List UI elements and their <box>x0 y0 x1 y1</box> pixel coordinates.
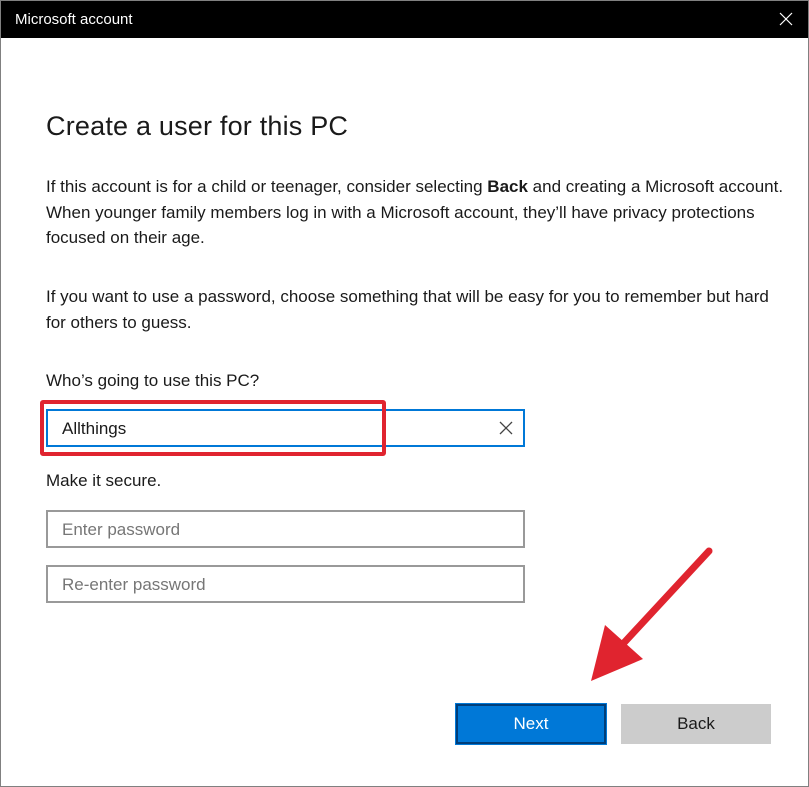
password-advice: If you want to use a password, choose so… <box>46 287 769 332</box>
close-icon <box>779 12 793 26</box>
reenter-password-input[interactable]: Re-enter password <box>46 565 525 603</box>
secure-label: Make it secure. <box>46 471 162 490</box>
close-button[interactable] <box>770 4 802 34</box>
username-value: Allthings <box>62 419 127 438</box>
back-button[interactable]: Back <box>621 704 771 744</box>
title-bar: Microsoft account <box>1 1 808 38</box>
info-text-back-emphasis: Back <box>487 177 528 196</box>
username-input[interactable]: Allthings <box>46 409 525 447</box>
username-label: Who’s going to use this PC? <box>46 371 260 390</box>
red-arrow-annotation <box>591 547 713 681</box>
clear-x-icon[interactable] <box>497 419 515 437</box>
window-title: Microsoft account <box>15 11 133 28</box>
password-placeholder: Enter password <box>62 520 181 539</box>
info-text-start: If this account is for a child or teenag… <box>46 177 488 196</box>
next-button[interactable]: Next <box>455 703 607 745</box>
child-account-info: If this account is for a child or teenag… <box>46 174 786 251</box>
password-input[interactable]: Enter password <box>46 510 525 548</box>
page-title: Create a user for this PC <box>46 111 349 141</box>
dialog-window: Microsoft account Create a user for this… <box>0 0 809 787</box>
reenter-password-placeholder: Re-enter password <box>62 575 206 594</box>
